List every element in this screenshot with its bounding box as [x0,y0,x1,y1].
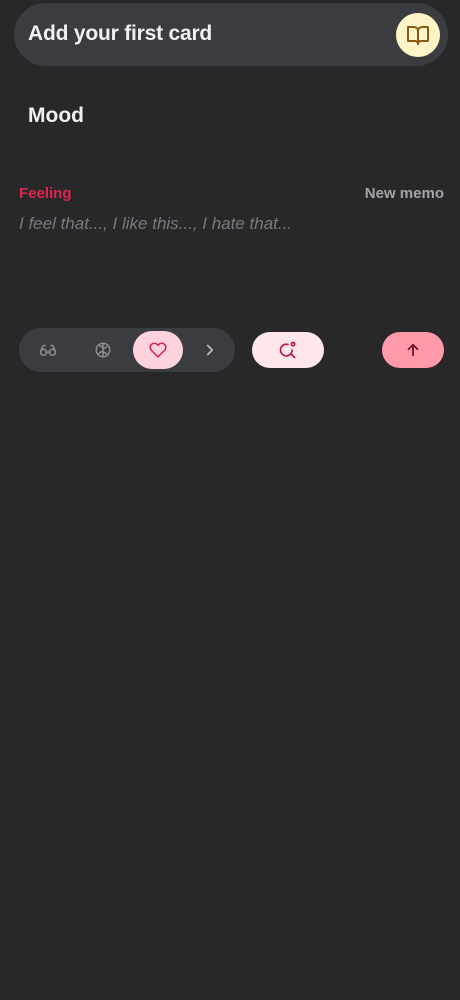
new-memo-button[interactable]: New memo [365,185,444,202]
category-selector [19,328,235,372]
brain-icon [94,341,112,359]
book-open-icon [406,23,430,47]
heart-icon [149,341,167,359]
add-first-card-title: Add your first card [28,22,213,45]
glasses-icon [39,341,57,359]
card-library-button[interactable] [396,13,440,57]
memo-type-label: Feeling [19,185,72,202]
search-button[interactable] [252,332,324,368]
category-brain-button[interactable] [78,331,128,369]
send-button[interactable] [382,332,444,368]
chevron-right-icon [201,341,219,359]
category-glasses-button[interactable] [23,331,73,369]
more-categories-button[interactable] [185,331,235,369]
add-first-card-banner[interactable]: Add your first card [14,3,448,66]
arrow-up-icon [404,341,422,359]
category-heart-button[interactable] [133,331,183,369]
section-title: Mood [28,104,84,127]
memo-input[interactable]: I feel that..., I like this..., I hate t… [19,214,292,234]
search-sparkle-icon [278,340,298,360]
